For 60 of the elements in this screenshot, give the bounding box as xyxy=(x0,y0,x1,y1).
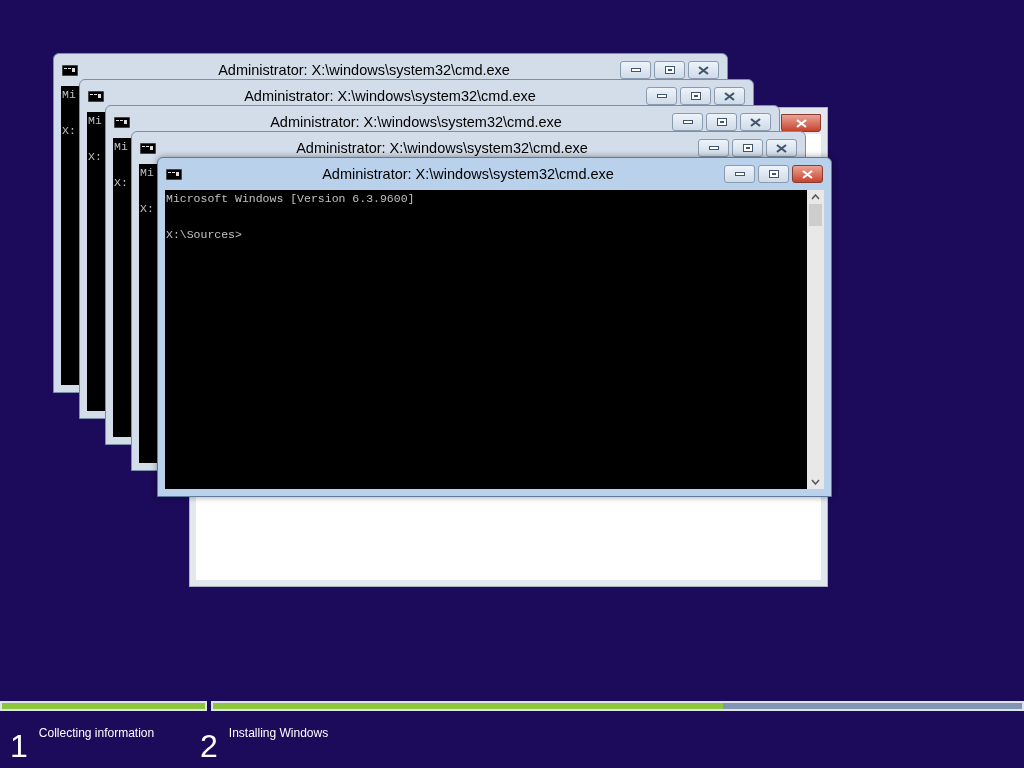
console-icon xyxy=(166,168,182,180)
step-number: 2 xyxy=(200,728,218,766)
scroll-up-icon xyxy=(811,194,820,200)
window-title: Administrator: X:\windows\system32\cmd.exe xyxy=(218,62,510,78)
close-button[interactable] xyxy=(766,139,797,157)
minimize-button[interactable] xyxy=(724,165,755,183)
maximize-button[interactable] xyxy=(732,139,763,157)
close-button[interactable] xyxy=(792,165,823,183)
close-icon xyxy=(802,169,813,179)
maximize-button[interactable] xyxy=(706,113,737,131)
maximize-icon xyxy=(690,92,701,100)
console-line: X: xyxy=(140,202,154,215)
console-line: Mi xyxy=(114,140,128,153)
console-icon xyxy=(62,64,78,76)
minimize-button[interactable] xyxy=(672,113,703,131)
step-number: 1 xyxy=(10,728,28,766)
maximize-icon xyxy=(742,144,753,152)
window-title: Administrator: X:\windows\system32\cmd.exe xyxy=(244,88,536,104)
step-label: Collecting information xyxy=(38,725,155,742)
console-line: Microsoft Windows [Version 6.3.9600] xyxy=(166,192,415,205)
minimize-icon xyxy=(708,146,719,150)
console-line: X: xyxy=(114,176,128,189)
minimize-button[interactable] xyxy=(646,87,677,105)
console-line: X: xyxy=(88,150,102,163)
window-title: Administrator: X:\windows\system32\cmd.exe xyxy=(322,166,614,182)
maximize-button[interactable] xyxy=(680,87,711,105)
close-icon xyxy=(724,91,735,101)
close-button[interactable] xyxy=(781,114,821,132)
console-icon xyxy=(140,142,156,154)
minimize-button[interactable] xyxy=(620,61,651,79)
maximize-icon xyxy=(716,118,727,126)
console-line: X: xyxy=(62,124,76,137)
maximize-button[interactable] xyxy=(758,165,789,183)
console-line: Mi xyxy=(88,114,102,127)
minimize-button[interactable] xyxy=(698,139,729,157)
console-line: Mi xyxy=(62,88,76,101)
maximize-icon xyxy=(664,66,675,74)
close-button[interactable] xyxy=(714,87,745,105)
close-button[interactable] xyxy=(688,61,719,79)
scrollbar[interactable] xyxy=(807,190,824,489)
minimize-icon xyxy=(630,68,641,72)
console-icon xyxy=(88,90,104,102)
close-icon xyxy=(698,65,709,75)
scroll-thumb[interactable] xyxy=(809,204,822,226)
console-icon xyxy=(114,116,130,128)
console-line: Mi xyxy=(140,166,154,179)
minimize-icon xyxy=(734,172,745,176)
window-title: Administrator: X:\windows\system32\cmd.exe xyxy=(270,114,562,130)
close-icon xyxy=(776,143,787,153)
close-icon xyxy=(795,118,807,128)
minimize-icon xyxy=(656,94,667,98)
maximize-button[interactable] xyxy=(654,61,685,79)
close-button[interactable] xyxy=(740,113,771,131)
close-icon xyxy=(750,117,761,127)
step-label: Installing Windows xyxy=(228,725,329,742)
window-title: Administrator: X:\windows\system32\cmd.exe xyxy=(296,140,588,156)
scroll-down-icon xyxy=(811,479,820,485)
console-line: X:\Sources> xyxy=(166,228,242,241)
maximize-icon xyxy=(768,170,779,178)
minimize-icon xyxy=(682,120,693,124)
